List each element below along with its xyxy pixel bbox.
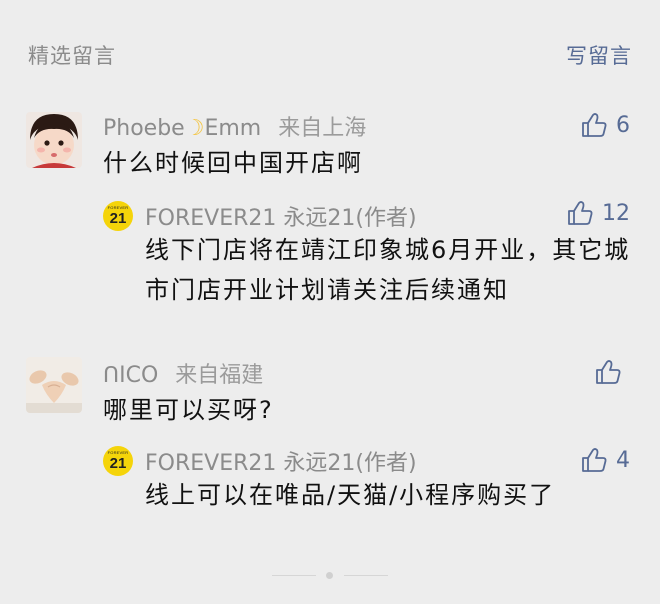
author-reply: FOREVER 21 FOREVER21 永远21(作者) 线上可以在唯品/天猫… [103, 445, 633, 525]
reply-author[interactable]: FOREVER21 永远21(作者) [145, 200, 417, 232]
like-count: 4 [616, 447, 630, 473]
like-count: 12 [602, 200, 630, 226]
logo-big-text: 21 [109, 210, 127, 227]
avatar[interactable] [26, 112, 82, 168]
comment-author-name[interactable]: Phoebe [103, 116, 185, 141]
pager-line-right [344, 575, 388, 576]
forever21-logo[interactable]: FOREVER 21 [103, 201, 133, 231]
comment-location: 来自福建 [175, 363, 264, 388]
comment-item: Phoebe☽Emm 来自上海 6 什么时候回中国开店啊 FOREVER 21 … [0, 110, 660, 335]
comment-author-line: Phoebe☽Emm 来自上海 [103, 110, 366, 142]
comments-header: 精选留言 写留言 [0, 0, 660, 110]
reply-text: 线上可以在唯品/天猫/小程序购买了 [145, 481, 556, 509]
like-button[interactable]: 6 [580, 110, 630, 140]
reply-author[interactable]: FOREVER21 永远21(作者) [145, 445, 417, 477]
write-comment-link[interactable]: 写留言 [566, 40, 632, 70]
like-count: 6 [616, 112, 630, 138]
logo-big-text: 21 [109, 455, 127, 472]
page-indicator [0, 568, 660, 582]
comment-item: ᑎICO 来自福建 哪里可以买呀? FOREVER 21 FOREVER21 永… [0, 355, 660, 525]
comment-author-line: ᑎICO 来自福建 [103, 357, 263, 389]
comment-text: 什么时候回中国开店啊 [103, 149, 363, 177]
author-reply: FOREVER 21 FOREVER21 永远21(作者) 线下门店将在靖江印象… [103, 200, 633, 330]
thumbs-up-icon [582, 448, 607, 472]
reply-text: 线下门店将在靖江印象城6月开业，其它城市门店开业计划请关注后续通知 [145, 236, 631, 304]
reply-like-button[interactable]: 4 [580, 445, 630, 475]
section-title: 精选留言 [28, 44, 116, 68]
comment-location: 来自上海 [278, 116, 367, 141]
avatar[interactable] [26, 357, 82, 413]
moon-emoji-icon: ☽ [184, 116, 205, 141]
thumbs-up-icon [596, 360, 621, 384]
pager-dot [326, 572, 333, 579]
thumbs-up-icon [568, 201, 593, 225]
comment-author-suffix[interactable]: Emm [204, 116, 261, 141]
comment-text: 哪里可以买呀? [103, 396, 274, 424]
forever21-logo[interactable]: FOREVER 21 [103, 446, 133, 476]
thumbs-up-icon [582, 113, 607, 137]
reply-like-button[interactable]: 12 [566, 198, 630, 228]
pager-line-left [272, 575, 316, 576]
like-button[interactable] [594, 357, 630, 387]
comment-author-name[interactable]: ᑎICO [103, 363, 158, 388]
